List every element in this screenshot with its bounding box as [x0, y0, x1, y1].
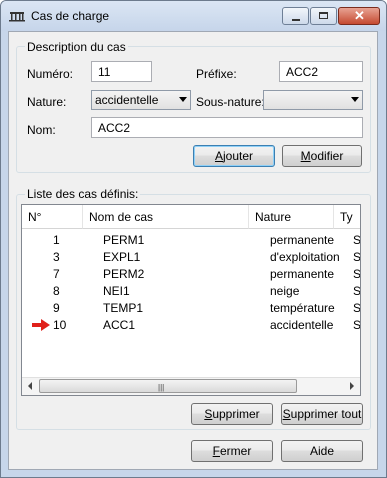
close-button[interactable]: ✕	[338, 7, 380, 25]
supprimer-button[interactable]: Supprimer	[191, 403, 273, 425]
column-header-nom[interactable]: Nom de cas	[83, 205, 249, 229]
row-nature: permanente	[270, 233, 335, 247]
table-row[interactable]: 9 TEMP1 température St	[22, 299, 361, 316]
row-type: St	[353, 267, 361, 281]
table-row[interactable]: 10 ACC1 accidentelle St	[22, 316, 361, 333]
horizontal-scrollbar[interactable]: |||	[22, 377, 360, 395]
nature-select[interactable]: accidentelle	[91, 90, 191, 110]
modifier-button[interactable]: Modifier	[282, 145, 362, 167]
row-name: PERM1	[103, 233, 145, 247]
supprimer-tout-label: upprimer tout	[290, 407, 362, 421]
app-structure-icon	[9, 12, 25, 22]
row-type: St	[353, 233, 361, 247]
row-type: St	[353, 250, 361, 264]
minimize-button[interactable]	[282, 7, 309, 25]
column-header-nature[interactable]: Nature	[249, 205, 334, 229]
row-name: TEMP1	[103, 301, 144, 315]
close-icon: ✕	[354, 8, 365, 23]
table-row[interactable]: 3 EXPL1 d'exploitation St	[22, 248, 361, 265]
row-name: EXPL1	[103, 250, 141, 264]
nature-select-value: accidentelle	[95, 93, 159, 107]
table-row[interactable]: 7 PERM2 permanente St	[22, 265, 361, 282]
prefixe-label: Préfixe:	[196, 67, 237, 81]
ajouter-button[interactable]: Ajouter	[193, 145, 275, 167]
ajouter-mnemonic: A	[214, 149, 223, 163]
chevron-down-icon	[351, 97, 359, 102]
chevron-down-icon	[179, 97, 187, 102]
row-num: 10	[53, 318, 67, 332]
supprimer-tout-button[interactable]: Supprimer tout	[281, 403, 363, 425]
column-header-num[interactable]: N°	[22, 205, 83, 229]
sous-nature-label: Sous-nature:	[196, 95, 265, 109]
minimize-icon	[292, 19, 300, 21]
maximize-button[interactable]	[310, 7, 337, 25]
nature-label: Nature:	[27, 95, 67, 109]
numero-field[interactable]: 11	[91, 61, 152, 82]
dialog-window: Cas de charge ✕ Description du cas Numér…	[0, 0, 387, 478]
window-title: Cas de charge	[31, 9, 110, 23]
row-type: St	[353, 318, 361, 332]
scroll-right-button[interactable]	[343, 378, 360, 395]
row-num: 3	[53, 250, 60, 264]
nom-field[interactable]: ACC2	[91, 117, 363, 138]
grip-icon: |||	[158, 383, 165, 392]
supprimer-label: upprimer	[212, 407, 260, 421]
fermer-label: ermer	[220, 444, 252, 458]
nom-label: Nom:	[27, 123, 56, 137]
row-nature: accidentelle	[270, 318, 334, 332]
fermer-button[interactable]: Fermer	[191, 440, 273, 462]
ajouter-label: jouter	[222, 149, 254, 163]
table-row[interactable]: 8 NEI1 neige St	[22, 282, 361, 299]
aide-label: Aide	[309, 444, 335, 458]
chevron-left-icon	[28, 382, 32, 390]
fermer-mnemonic: F	[212, 444, 220, 458]
scrollbar-thumb[interactable]: |||	[39, 379, 297, 393]
maximize-icon	[319, 12, 328, 19]
supprimer-tout-mnemonic: S	[282, 407, 291, 421]
row-name: NEI1	[103, 284, 130, 298]
table-row[interactable]: 1 PERM1 permanente St	[22, 231, 361, 248]
list-group-title: Liste des cas définis:	[25, 187, 141, 201]
row-num: 1	[53, 233, 60, 247]
scroll-left-button[interactable]	[22, 378, 39, 395]
title-bar[interactable]: Cas de charge ✕	[1, 1, 386, 31]
prefixe-field[interactable]: ACC2	[279, 61, 363, 82]
modifier-label: odifier	[310, 149, 344, 163]
row-nature: d'exploitation	[270, 250, 340, 264]
modifier-mnemonic: M	[300, 149, 311, 163]
row-nature: permanente	[270, 267, 335, 281]
row-name: ACC1	[103, 318, 136, 332]
row-nature: température	[270, 301, 335, 315]
row-num: 9	[53, 301, 60, 315]
cases-list[interactable]: N° Nom de cas Nature Ty 1 PERM1 permanen…	[21, 204, 361, 396]
red-arrow-icon	[32, 319, 50, 331]
numero-label: Numéro:	[27, 67, 74, 81]
row-type: St	[353, 301, 361, 315]
chevron-right-icon	[350, 382, 354, 390]
row-name: PERM2	[103, 267, 145, 281]
description-group-title: Description du cas	[25, 40, 128, 54]
column-header-type[interactable]: Ty	[334, 205, 360, 229]
row-num: 8	[53, 284, 60, 298]
row-type: St	[353, 284, 361, 298]
sous-nature-select[interactable]	[263, 90, 363, 110]
row-nature: neige	[270, 284, 300, 298]
row-num: 7	[53, 267, 60, 281]
aide-button[interactable]: Aide	[281, 440, 363, 462]
